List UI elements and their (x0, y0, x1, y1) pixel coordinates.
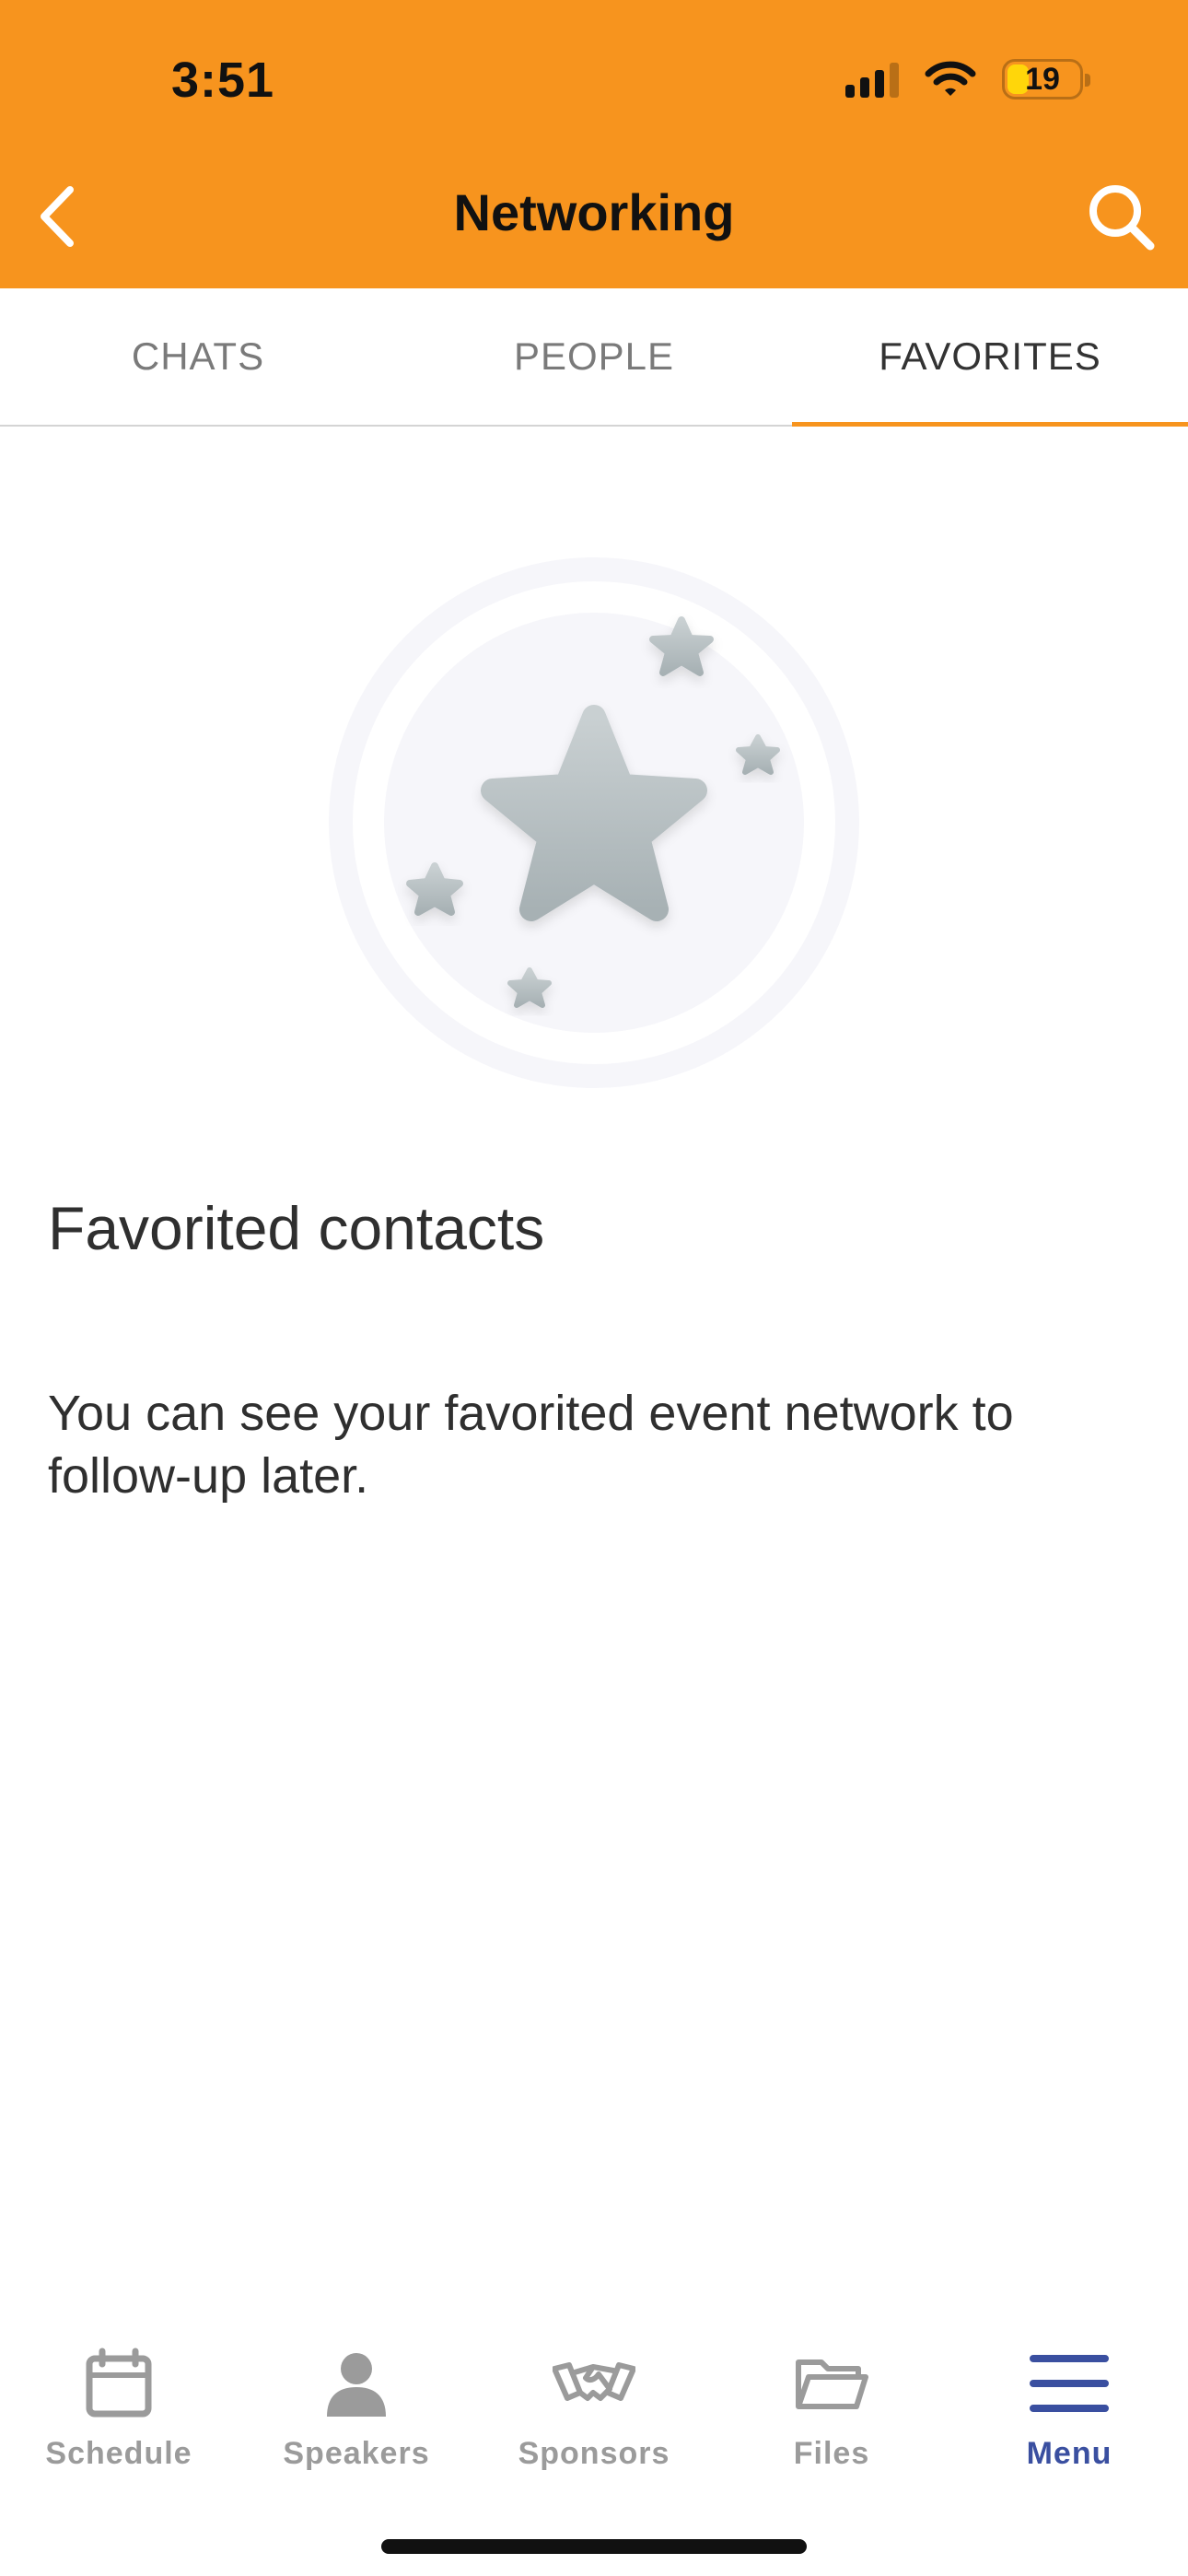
empty-state-title: Favorited contacts (48, 1194, 545, 1262)
wifi-icon (925, 61, 976, 96)
nav-files-label: Files (793, 2436, 870, 2471)
search-button[interactable] (1079, 175, 1162, 258)
nav-menu[interactable]: Menu (950, 2322, 1188, 2488)
nav-menu-label: Menu (1026, 2436, 1112, 2471)
nav-speakers-label: Speakers (283, 2436, 430, 2471)
nav-sponsors[interactable]: Sponsors (475, 2322, 713, 2488)
battery-icon: 19 (1002, 59, 1090, 100)
app-header: 3:51 19 Networking (0, 0, 1188, 288)
cellular-signal-icon (845, 61, 899, 98)
calendar-icon (86, 2348, 152, 2418)
home-indicator[interactable] (381, 2539, 807, 2554)
person-icon (327, 2353, 386, 2417)
nav-files[interactable]: Files (713, 2322, 950, 2488)
folder-icon (796, 2359, 868, 2409)
empty-state-description: You can see your favorited event network… (48, 1386, 1014, 1504)
bottom-navigation: Schedule Speakers Sponsors Files Menu (0, 2322, 1188, 2488)
empty-state-illustration (318, 546, 870, 1099)
page-title: Networking (453, 183, 735, 241)
nav-speakers[interactable]: Speakers (238, 2322, 475, 2488)
nav-schedule[interactable]: Schedule (0, 2322, 238, 2488)
status-indicators: 19 (845, 57, 1090, 101)
handshake-icon (553, 2362, 635, 2401)
tab-favorites[interactable]: FAVORITES (792, 288, 1188, 427)
search-icon (1089, 185, 1155, 251)
stars-icon (329, 557, 859, 1088)
networking-tabs: CHATS PEOPLE FAVORITES (0, 288, 1188, 427)
battery-level: 19 (1025, 61, 1060, 97)
tab-chats[interactable]: CHATS (0, 288, 396, 425)
tab-people[interactable]: PEOPLE (396, 288, 792, 425)
nav-schedule-label: Schedule (45, 2436, 192, 2471)
nav-sponsors-label: Sponsors (518, 2436, 670, 2471)
menu-icon (1030, 2355, 1109, 2412)
status-time: 3:51 (171, 53, 275, 108)
